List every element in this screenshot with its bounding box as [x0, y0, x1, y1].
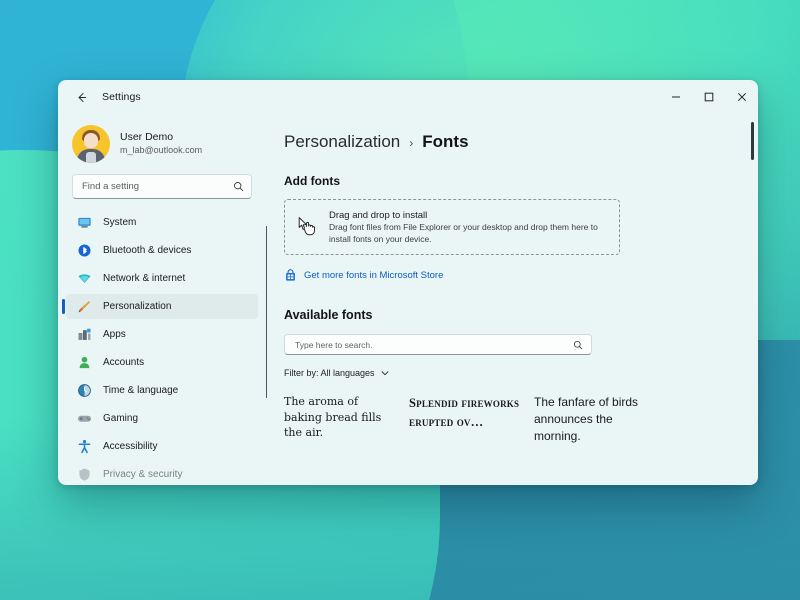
account-email: m_lab@outlook.com — [120, 145, 203, 156]
search-input[interactable] — [80, 180, 233, 193]
font-card[interactable]: Splendid fireworks erupted ov… — [409, 394, 534, 445]
sidebar-item-label: Apps — [103, 329, 126, 340]
sidebar-item-label: Network & internet — [103, 273, 186, 284]
font-dropzone[interactable]: Drag and drop to install Drag font files… — [284, 199, 620, 255]
scrollbar-thumb[interactable] — [751, 122, 754, 160]
sidebar-item-label: Time & language — [103, 385, 179, 396]
find-setting-box[interactable] — [72, 174, 252, 199]
sidebar-item-accounts[interactable]: Accounts — [66, 350, 258, 375]
font-card[interactable]: The fanfare of birds announces the morni… — [534, 394, 659, 445]
sidebar-item-accessibility[interactable]: Accessibility — [66, 434, 258, 459]
window-title: Settings — [102, 91, 141, 103]
content-scrollbar[interactable] — [751, 122, 754, 412]
close-icon — [737, 92, 747, 102]
microsoft-store-link[interactable]: Get more fonts in Microsoft Store — [284, 269, 758, 282]
apps-grid-icon — [76, 327, 92, 343]
paintbrush-icon — [76, 299, 92, 315]
breadcrumb-current: Fonts — [422, 132, 469, 151]
close-button[interactable] — [725, 80, 758, 114]
breadcrumb-separator: › — [409, 136, 414, 150]
sidebar-item-gaming[interactable]: Gaming — [66, 406, 258, 431]
sidebar-item-label: Personalization — [103, 301, 172, 312]
dropzone-text: Drag and drop to install Drag font files… — [329, 209, 607, 246]
dropzone-title: Drag and drop to install — [329, 209, 428, 221]
filter-by-label: Filter by: All languages — [284, 368, 375, 378]
minimize-icon — [671, 92, 681, 102]
desktop-wallpaper: Settings User Demo m_lab@outlook.com Fin… — [0, 0, 800, 600]
add-fonts-heading: Add fonts — [284, 174, 340, 188]
font-card[interactable]: The aroma of baking bread fills the air. — [284, 394, 409, 445]
font-preview-text: The aroma of baking bread fills the air. — [284, 395, 382, 440]
font-search-box[interactable] — [284, 334, 592, 355]
find-setting-wrap — [58, 168, 266, 199]
available-fonts-heading: Available fonts — [284, 308, 373, 322]
font-search-input[interactable] — [293, 338, 573, 351]
sidebar-item-privacy-security[interactable]: Privacy & security — [66, 462, 258, 485]
sidebar: User Demo m_lab@outlook.com Find a setti… — [58, 114, 266, 485]
sidebar-item-label: Privacy & security — [103, 469, 183, 480]
filter-by-dropdown[interactable]: Filter by: All languages — [284, 368, 758, 378]
avatar — [72, 125, 110, 163]
sidebar-item-system[interactable]: System — [66, 210, 258, 235]
dropzone-subtitle: Drag font files from File Explorer or yo… — [329, 221, 598, 244]
sidebar-item-time-language[interactable]: Time & language — [66, 378, 258, 403]
sidebar-item-label: Accounts — [103, 357, 145, 368]
font-preview-text: Splendid fireworks erupted ov… — [409, 396, 520, 429]
account-text: User Demo m_lab@outlook.com — [120, 131, 202, 156]
monitor-icon — [76, 215, 92, 231]
search-icon — [573, 340, 583, 350]
bluetooth-icon — [76, 243, 92, 259]
microsoft-store-link-label: Get more fonts in Microsoft Store — [304, 270, 444, 281]
sidebar-item-personalization[interactable]: Personalization — [62, 294, 258, 319]
font-preview-text: The fanfare of birds announces the morni… — [534, 395, 639, 444]
drag-hand-cursor-icon — [297, 216, 319, 238]
maximize-button[interactable] — [692, 80, 725, 114]
account-row[interactable]: User Demo m_lab@outlook.com — [58, 114, 266, 168]
shield-icon — [76, 467, 92, 483]
sidebar-item-label: Bluetooth & devices — [103, 245, 192, 256]
gamepad-icon — [76, 411, 92, 427]
sidebar-nav-list: System Bluetooth & devices Network & int… — [58, 210, 266, 485]
window-titlebar: Settings — [58, 80, 758, 114]
clock-globe-icon — [76, 383, 92, 399]
sidebar-item-bluetooth-devices[interactable]: Bluetooth & devices — [66, 238, 258, 263]
minimize-button[interactable] — [659, 80, 692, 114]
maximize-icon — [704, 92, 714, 102]
content-pane: Personalization › Fonts Add fonts Drag a… — [266, 114, 758, 485]
sidebar-item-label: System — [103, 217, 137, 228]
sidebar-item-label: Gaming — [103, 413, 139, 424]
breadcrumb: Personalization › Fonts — [284, 132, 758, 152]
person-icon — [76, 355, 92, 371]
wifi-icon — [76, 271, 92, 287]
chevron-down-icon — [380, 368, 390, 378]
search-icon — [233, 181, 244, 192]
microsoft-store-bag-icon — [284, 269, 297, 282]
back-arrow-icon — [75, 91, 88, 104]
breadcrumb-parent[interactable]: Personalization — [284, 132, 400, 152]
window-controls — [659, 80, 758, 114]
back-button[interactable] — [66, 84, 96, 110]
sidebar-item-apps[interactable]: Apps — [66, 322, 258, 347]
available-fonts-grid: The aroma of baking bread fills the air.… — [284, 394, 758, 445]
window-body: User Demo m_lab@outlook.com Find a setti… — [58, 114, 758, 485]
sidebar-item-network-internet[interactable]: Network & internet — [66, 266, 258, 291]
accessibility-icon — [76, 439, 92, 455]
sidebar-item-label: Accessibility — [103, 441, 158, 452]
account-name: User Demo — [120, 131, 174, 144]
settings-window: Settings User Demo m_lab@outlook.com Fin… — [58, 80, 758, 485]
